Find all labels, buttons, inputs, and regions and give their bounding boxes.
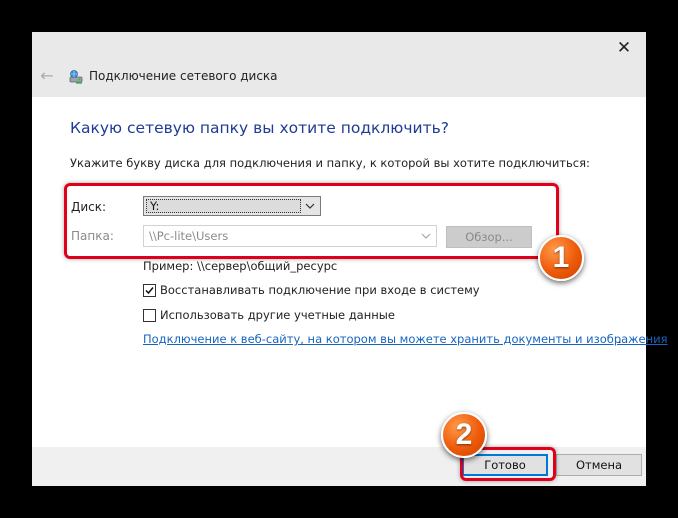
window-title: Подключение сетевого диска [89, 69, 278, 83]
cancel-button[interactable]: Отмена [556, 454, 642, 476]
close-button[interactable]: ✕ [610, 36, 638, 60]
link-period: . [618, 332, 622, 346]
other-credentials-label: Использовать другие учетные данные [160, 308, 395, 322]
example-text: Пример: \\сервер\общий_ресурс [143, 259, 338, 273]
reconnect-checkbox[interactable] [143, 283, 156, 297]
page-heading: Какую сетевую папку вы хотите подключить… [70, 119, 449, 137]
title-bar: ✕ ← Подключение сетевого диска [32, 32, 646, 97]
other-credentials-option[interactable]: Использовать другие учетные данные [143, 308, 395, 322]
website-connect-link[interactable]: Подключение к веб-сайту, на котором вы м… [143, 332, 668, 346]
other-credentials-checkbox[interactable] [143, 308, 156, 322]
reconnect-label: Восстанавливать подключение при входе в … [160, 283, 480, 297]
step-badge-2: 2 [441, 412, 487, 458]
step-badge-1: 1 [538, 235, 584, 281]
instruction-text: Укажите букву диска для подключения и па… [70, 156, 590, 170]
reconnect-option[interactable]: Восстанавливать подключение при входе в … [143, 283, 480, 297]
close-icon: ✕ [616, 38, 632, 58]
back-button[interactable]: ← [39, 65, 55, 85]
network-drive-icon [69, 70, 83, 84]
back-arrow-icon: ← [40, 65, 54, 85]
highlight-frame-1 [64, 183, 559, 259]
checkmark-icon [145, 286, 154, 294]
